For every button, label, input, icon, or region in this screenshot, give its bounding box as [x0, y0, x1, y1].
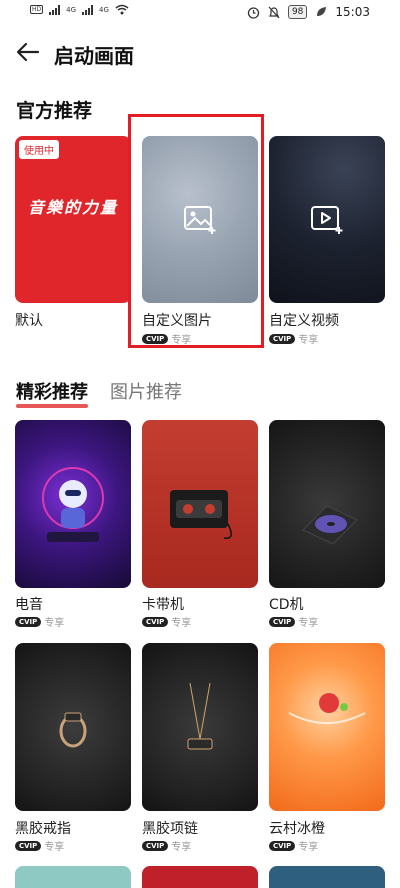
- top-bar: 启动画面: [0, 32, 400, 74]
- status-time: 15:03: [335, 5, 370, 19]
- network-4g-label-2: 4G: [99, 5, 109, 14]
- back-button[interactable]: [14, 38, 42, 66]
- grid-item-vip: CVIP 专享: [142, 838, 191, 853]
- vip-badge-icon: CVIP: [142, 616, 169, 627]
- necklace-illustration: [187, 682, 213, 750]
- default-splash-card[interactable]: 使用中 音樂的力量: [15, 136, 131, 303]
- cd-player-illustration: [302, 505, 358, 545]
- signal-icon: [49, 4, 61, 15]
- tab-picture-recommend[interactable]: 图片推荐: [110, 378, 182, 404]
- official-section-title: 官方推荐: [16, 100, 93, 122]
- in-use-badge: 使用中: [19, 140, 59, 159]
- vip-badge-icon: CVIP: [269, 333, 296, 344]
- page-title: 启动画面: [54, 44, 134, 68]
- vinyl-necklace-card[interactable]: [142, 643, 258, 811]
- status-right: 98 15:03: [247, 5, 370, 19]
- battery-indicator: 98: [287, 5, 308, 19]
- vinyl-ring-card[interactable]: [15, 643, 131, 811]
- add-video-icon: [311, 205, 343, 234]
- grid-item-label: 黑胶项链: [142, 821, 198, 837]
- custom-video-card[interactable]: [269, 136, 385, 303]
- grid-item-label: 云村冰橙: [269, 821, 325, 837]
- cassette-player-card[interactable]: [142, 420, 258, 588]
- vip-exclusive-text: 专享: [44, 842, 65, 853]
- custom-video-label: 自定义视频: [269, 313, 339, 329]
- vip-badge-icon: CVIP: [269, 840, 296, 851]
- custom-video-vip: CVIP 专享: [269, 331, 318, 346]
- grid-item-vip: CVIP 专享: [15, 614, 64, 629]
- vip-exclusive-text: 专享: [298, 335, 319, 346]
- next-row-card-3[interactable]: [269, 866, 385, 888]
- next-row-card-2[interactable]: [142, 866, 258, 888]
- tab-featured[interactable]: 精彩推荐: [16, 378, 88, 408]
- arrow-left-icon: [16, 42, 40, 62]
- orange-logo-illustration: [288, 693, 366, 724]
- vip-badge-icon: CVIP: [269, 616, 296, 627]
- vip-exclusive-text: 专享: [171, 618, 192, 629]
- wifi-icon: [115, 4, 129, 15]
- electronic-music-card[interactable]: [15, 420, 131, 588]
- grid-item-vip: CVIP 专享: [142, 614, 191, 629]
- cloud-village-orange-card[interactable]: [269, 643, 385, 811]
- default-card-art-text: 音樂的力量: [27, 198, 118, 217]
- vip-exclusive-text: 专享: [298, 618, 319, 629]
- selection-highlight-box: [128, 114, 264, 348]
- default-card-label: 默认: [15, 313, 43, 329]
- recommend-tabs: 精彩推荐 图片推荐: [16, 378, 182, 408]
- grid-item-vip: CVIP 专享: [269, 614, 318, 629]
- robot-dj-illustration: [42, 467, 104, 542]
- vip-exclusive-text: 专享: [171, 842, 192, 853]
- hd-icon: HD: [30, 5, 44, 14]
- status-left: HD 4G 4G: [30, 4, 129, 15]
- cd-player-card[interactable]: [269, 420, 385, 588]
- vip-exclusive-text: 专享: [44, 618, 65, 629]
- status-bar: HD 4G 4G 98 15:03: [0, 0, 400, 26]
- mute-icon: [268, 6, 280, 18]
- ring-illustration: [59, 712, 87, 748]
- vip-badge-icon: CVIP: [142, 840, 169, 851]
- leaf-icon: [317, 7, 327, 16]
- alarm-icon: [247, 6, 260, 19]
- vip-badge-icon: CVIP: [15, 616, 42, 627]
- vip-exclusive-text: 专享: [298, 842, 319, 853]
- grid-item-vip: CVIP 专享: [15, 838, 64, 853]
- grid-item-label: 电音: [15, 597, 43, 613]
- vip-badge-icon: CVIP: [15, 840, 42, 851]
- network-4g-label: 4G: [66, 5, 77, 14]
- grid-item-label: CD机: [269, 597, 304, 613]
- grid-item-vip: CVIP 专享: [269, 838, 318, 853]
- signal-icon-2: [82, 4, 94, 15]
- cassette-player-illustration: [170, 490, 232, 539]
- next-row-card-1[interactable]: [15, 866, 131, 888]
- grid-item-label: 卡带机: [142, 597, 184, 613]
- grid-item-label: 黑胶戒指: [15, 821, 71, 837]
